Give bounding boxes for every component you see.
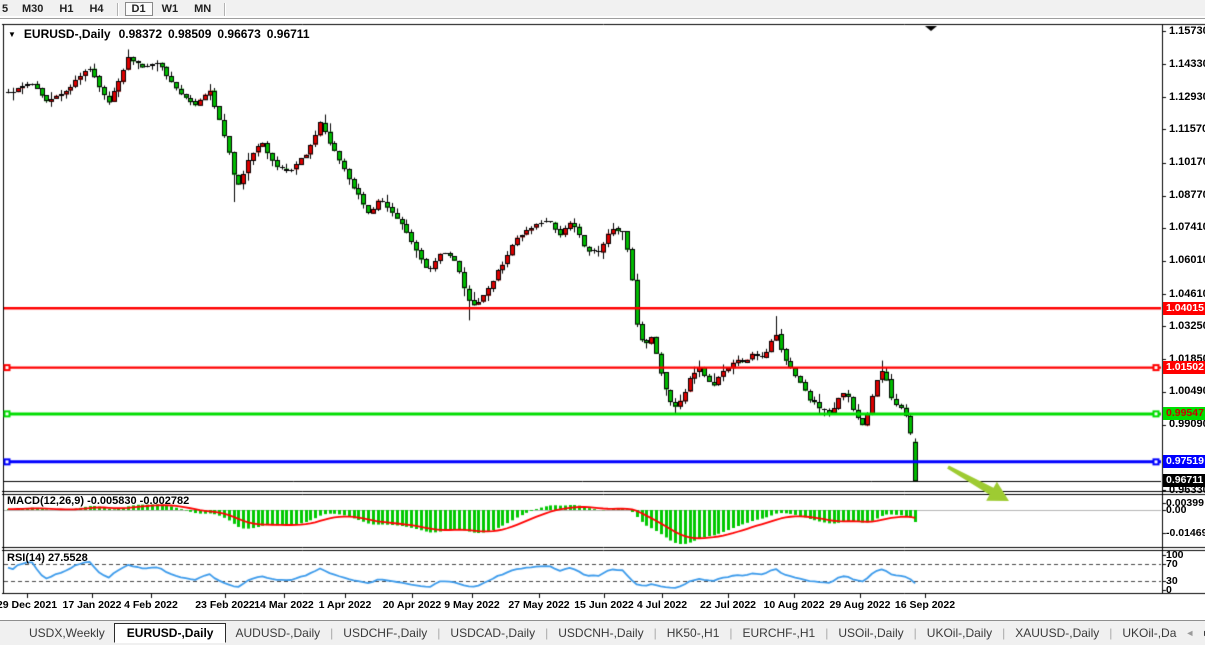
symbol-tab-usdchf-daily[interactable]: USDCHF-,Daily	[334, 623, 436, 643]
price-line-badge: 0.99547	[1163, 407, 1205, 420]
symbol-tab-audusd-daily[interactable]: AUDUSD-,Daily	[226, 623, 329, 643]
price-line-badge: 1.04015	[1163, 302, 1205, 315]
symbol-tab-usdcad-daily[interactable]: USDCAD-,Daily	[441, 623, 544, 643]
rsi-indicator-label: RSI(14) 27.5528	[7, 552, 88, 564]
price-line-badge: 0.96711	[1163, 474, 1205, 487]
symbol-tab-usdcnh-daily[interactable]: USDCNH-,Daily	[549, 623, 652, 643]
price-axis-label: 1.14330	[1169, 59, 1205, 70]
tab-scroll-arrows: ◄►	[1185, 628, 1205, 638]
price-axis-label: 1.12930	[1169, 92, 1205, 103]
symbol-tab-usoil-daily[interactable]: USOil-,Daily	[829, 623, 912, 643]
price-axis-label: 1.04610	[1169, 289, 1205, 300]
symbol-tabbar: USDX,WeeklyEURUSD-,DailyAUDUSD-,Daily|US…	[0, 620, 1205, 645]
ohlc-open: 0.98372	[119, 27, 162, 41]
price-axis-label: 1.08770	[1169, 190, 1205, 201]
time-axis-label: 16 Sep 2022	[879, 599, 971, 611]
symbol-tab-eurchf-h1[interactable]: EURCHF-,H1	[734, 623, 825, 643]
ohlc-close: 0.96711	[267, 27, 310, 41]
ohlc-low: 0.96673	[217, 27, 260, 41]
tab-scroll-left-icon[interactable]: ◄	[1185, 628, 1194, 638]
price-line-badge: 1.01502	[1163, 361, 1205, 374]
price-axis-label: 1.11570	[1169, 124, 1205, 135]
price-axis-label: 1.06010	[1169, 255, 1205, 266]
price-axis-label: 1.07410	[1169, 222, 1205, 233]
symbol-tab-hk50-h1[interactable]: HK50-,H1	[658, 623, 729, 643]
price-axis-label: 1.10170	[1169, 157, 1205, 168]
symbol-tab-ukoil-daily[interactable]: UKOil-,Daily	[918, 623, 1001, 643]
macd-indicator-label: MACD(12,26,9) -0.005830 -0.002782	[7, 495, 189, 507]
price-axis-label: 1.00490	[1169, 386, 1205, 397]
chart-symbol-label: EURUSD-,Daily	[24, 27, 111, 41]
chart-title: ▼ EURUSD-,Daily 0.98372 0.98509 0.96673 …	[8, 27, 310, 41]
price-axis-label: 0.99090	[1169, 419, 1205, 430]
symbol-tab-usdx-weekly[interactable]: USDX,Weekly	[20, 623, 114, 643]
symbol-tab-eurusd-daily[interactable]: EURUSD-,Daily	[114, 623, 227, 643]
price-axis-label: 1.03250	[1169, 321, 1205, 332]
macd-axis-label: -0.01469	[1166, 528, 1205, 539]
symbol-tab-ukoil-da[interactable]: UKOil-,Da	[1113, 623, 1185, 643]
chart-dropdown-icon[interactable]: ▼	[8, 30, 16, 39]
macd-axis-label: 0.00	[1166, 505, 1186, 516]
price-line-badge: 0.97519	[1163, 455, 1205, 468]
rsi-axis-label: 70	[1166, 559, 1178, 570]
ohlc-high: 0.98509	[168, 27, 211, 41]
price-chart-canvas[interactable]	[0, 0, 1205, 645]
mt4-window: 5M30H1H4D1W1MN ▼ EURUSD-,Daily 0.98372 0…	[0, 0, 1205, 645]
symbol-tab-xauusd-daily[interactable]: XAUUSD-,Daily	[1006, 623, 1108, 643]
rsi-axis-label: 0	[1166, 585, 1172, 596]
price-axis-label: 1.15730	[1169, 26, 1205, 37]
